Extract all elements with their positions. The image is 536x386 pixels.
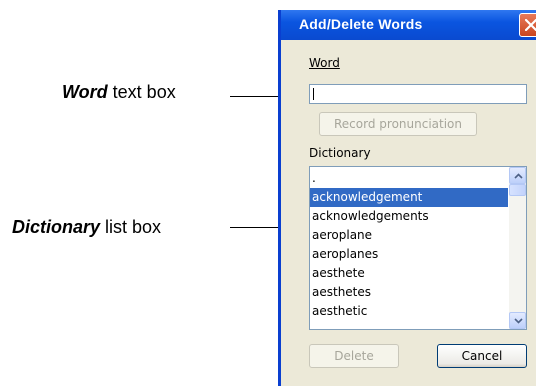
dialog-titlebar[interactable]: Add/Delete Words: [281, 10, 536, 40]
list-item[interactable]: aesthetes: [310, 283, 508, 302]
list-item[interactable]: aesthete: [310, 264, 508, 283]
text-caret: [313, 88, 314, 100]
chevron-down-icon: [514, 318, 523, 324]
cancel-button[interactable]: Cancel: [437, 344, 527, 368]
dictionary-callout-emphasis: Dictionary: [12, 217, 101, 237]
close-icon: [525, 19, 536, 31]
list-item[interactable]: aeroplane: [310, 226, 508, 245]
close-button[interactable]: [519, 13, 536, 37]
list-item[interactable]: aeroplanes: [310, 245, 508, 264]
scroll-up-button[interactable]: [509, 167, 526, 184]
dialog-title: Add/Delete Words: [299, 16, 423, 32]
add-delete-words-dialog: Add/Delete Words Word Record pronunciati…: [278, 10, 536, 386]
dictionary-label: Dictionary: [309, 146, 371, 160]
chevron-up-icon: [514, 173, 523, 179]
list-item[interactable]: acknowledgements: [310, 207, 508, 226]
word-callout-emphasis: Word: [62, 82, 108, 102]
word-callout: Word text box: [62, 82, 176, 103]
vertical-scrollbar[interactable]: [509, 167, 526, 329]
list-item[interactable]: aesthetic: [310, 302, 508, 321]
list-item-selected[interactable]: acknowledgement: [310, 188, 508, 207]
word-input[interactable]: [309, 84, 527, 104]
record-pronunciation-button[interactable]: Record pronunciation: [319, 112, 477, 136]
word-label: Word: [309, 56, 340, 70]
dictionary-list-box[interactable]: . acknowledgement acknowledgements aerop…: [309, 166, 527, 330]
dictionary-items: . acknowledgement acknowledgements aerop…: [310, 169, 508, 321]
dictionary-callout: Dictionary list box: [12, 217, 161, 238]
scroll-down-button[interactable]: [509, 312, 526, 329]
delete-button[interactable]: Delete: [309, 344, 399, 368]
dictionary-callout-text: list box: [100, 217, 162, 237]
word-callout-text: text box: [107, 82, 176, 102]
list-item[interactable]: .: [310, 169, 508, 188]
scroll-thumb[interactable]: [509, 184, 526, 196]
